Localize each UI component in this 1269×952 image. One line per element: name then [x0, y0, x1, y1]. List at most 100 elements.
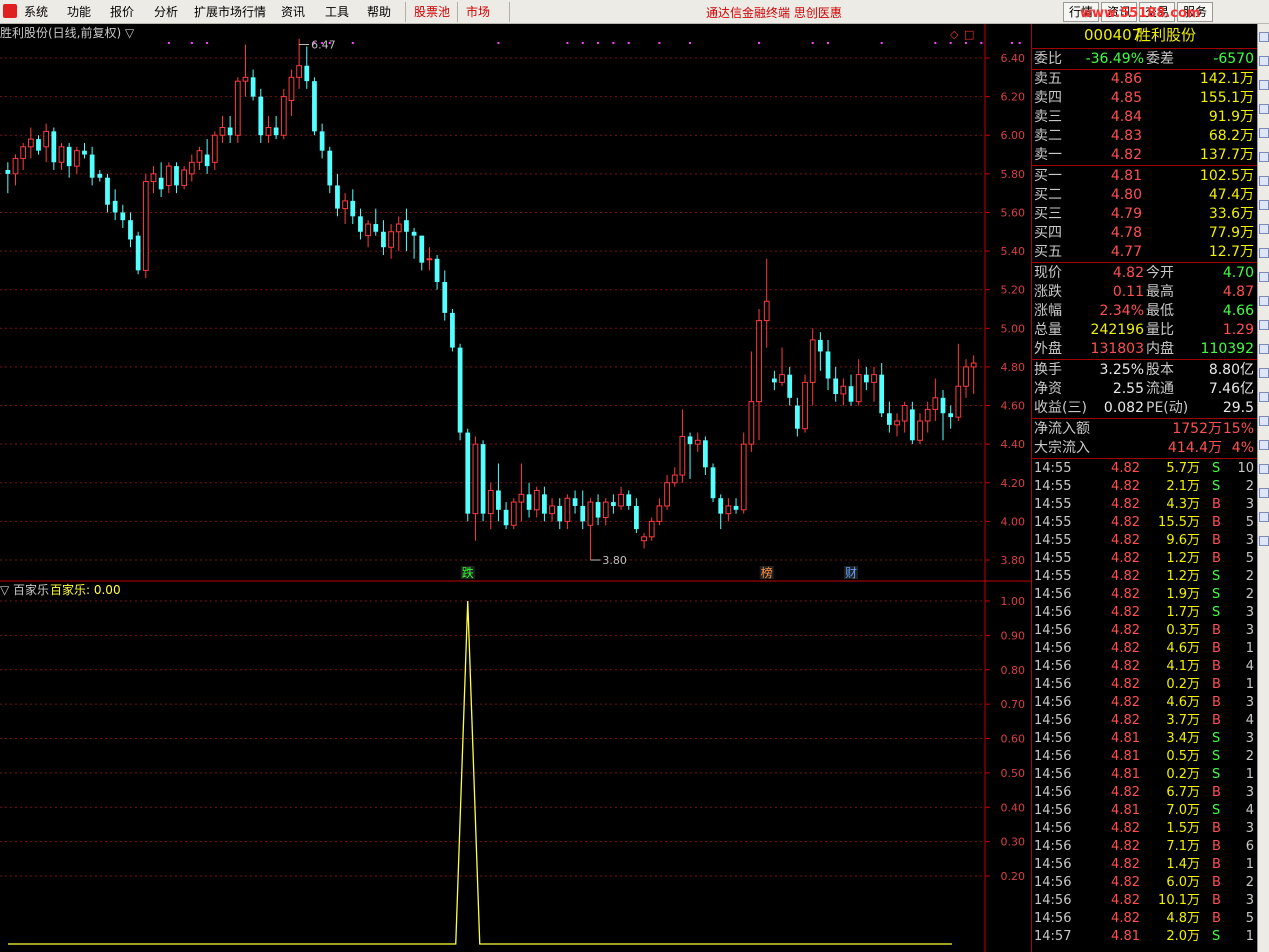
divider [1032, 262, 1258, 263]
kline-chart[interactable]: ◇ □ 6.406.206.005.805.605.405.205.004.804… [0, 24, 1031, 952]
toolbar-icon[interactable] [1259, 152, 1269, 162]
tick-price: 4.82 [1111, 875, 1140, 890]
menu-separator [509, 2, 510, 22]
tick-row: 14:56 4.82 4.8万 B 5 [1032, 910, 1258, 928]
stat-row: 涨跌 0.11 最高 4.87 [1032, 283, 1258, 302]
toolbar-icon[interactable] [1259, 464, 1269, 474]
stat-value: 0.11 [1112, 284, 1144, 300]
tick-count: 3 [1245, 533, 1254, 548]
tick-count: 3 [1245, 623, 1254, 638]
toolbar-icon[interactable] [1259, 488, 1269, 498]
toolbar-icon[interactable] [1259, 536, 1269, 546]
axis-tick-label: 5.00 [1001, 322, 1026, 335]
fund-label: 流通 [1146, 381, 1174, 397]
menu-item-1[interactable]: 功能 [67, 4, 91, 20]
axis-tick-label: 5.40 [1001, 245, 1026, 258]
menu-item-3[interactable]: 分析 [154, 4, 178, 20]
fund-value: 8.80亿 [1208, 362, 1254, 378]
stat-value: 4.87 [1222, 284, 1254, 300]
tick-count: 1 [1245, 767, 1254, 782]
ask-row[interactable]: 卖四 4.85 155.1万 [1032, 89, 1258, 108]
ask-row[interactable]: 卖二 4.83 68.2万 [1032, 127, 1258, 146]
toolbar-icon[interactable] [1259, 248, 1269, 258]
toolbar-icon[interactable] [1259, 200, 1269, 210]
tick-time: 14:55 [1034, 569, 1072, 584]
tick-count: 10 [1237, 461, 1254, 476]
toolbar-icon[interactable] [1259, 296, 1269, 306]
toolbar-icon[interactable] [1259, 344, 1269, 354]
bid-row[interactable]: 买四 4.78 77.9万 [1032, 224, 1258, 243]
ask-volume: 155.1万 [1199, 90, 1254, 106]
candle-body-down [833, 378, 839, 394]
tick-side: S [1212, 569, 1221, 584]
toolbar-icon[interactable] [1259, 416, 1269, 426]
axis-tick-label: 4.60 [1001, 400, 1026, 413]
candle-body-up [602, 501, 609, 519]
candle-body-down [105, 177, 110, 205]
tick-price: 4.81 [1111, 749, 1140, 764]
menu-separator [405, 2, 406, 22]
candle-body-up [802, 381, 808, 430]
menu-item-4[interactable]: 扩展市场行情 [194, 4, 266, 20]
tick-count: 3 [1245, 893, 1254, 908]
tick-count: 2 [1245, 749, 1254, 764]
candle-body-up [388, 231, 394, 248]
bid-row[interactable]: 买五 4.77 12.7万 [1032, 243, 1258, 262]
toolbar-icon[interactable] [1259, 368, 1269, 378]
bid-volume: 77.9万 [1208, 225, 1254, 241]
toolbar-icon[interactable] [1259, 392, 1269, 402]
ask-row[interactable]: 卖五 4.86 142.1万 [1032, 70, 1258, 89]
ask-price: 4.84 [1110, 109, 1142, 125]
fund-row: 换手 3.25% 股本 8.80亿 [1032, 361, 1258, 380]
candle-body-down [312, 81, 317, 132]
tick-side: B [1212, 857, 1221, 872]
menu-item-0[interactable]: 系统 [24, 4, 48, 20]
tick-count: 2 [1245, 569, 1254, 584]
menu-item-5[interactable]: 资讯 [281, 4, 305, 20]
bid-row[interactable]: 买一 4.81 102.5万 [1032, 167, 1258, 186]
tick-side: B [1212, 551, 1221, 566]
bid-row[interactable]: 买二 4.80 47.4万 [1032, 186, 1258, 205]
tick-side: B [1212, 893, 1221, 908]
toolbar-icon[interactable] [1259, 128, 1269, 138]
bid-label: 买二 [1034, 187, 1062, 203]
toolbar-icon[interactable] [1259, 440, 1269, 450]
tick-row: 14:56 4.81 3.4万 S 3 [1032, 730, 1258, 748]
tick-row: 14:56 4.82 7.1万 B 6 [1032, 838, 1258, 856]
quote-panel: 000407 胜利股份 委比 -36.49% 委差 -6570 卖五 4.86 142.1万 卖四… [1031, 24, 1258, 952]
app-logo-icon [3, 4, 17, 18]
toolbar-icon[interactable] [1259, 80, 1269, 90]
toolbar-icon[interactable] [1259, 512, 1269, 522]
bid-row[interactable]: 买三 4.79 33.6万 [1032, 205, 1258, 224]
toolbar-icon[interactable] [1259, 224, 1269, 234]
menu-item-7[interactable]: 帮助 [367, 4, 391, 20]
toolbar-icon[interactable] [1259, 320, 1269, 330]
menu-red-item-0[interactable]: 股票池 [414, 4, 450, 20]
menu-item-6[interactable]: 工具 [325, 4, 349, 20]
toolbar-icon[interactable] [1259, 56, 1269, 66]
toolbar-icon[interactable] [1259, 176, 1269, 186]
tick-time: 14:56 [1034, 785, 1072, 800]
menu-red-item-1[interactable]: 市场 [466, 4, 490, 20]
candle-body-down [5, 169, 11, 174]
signal-dot [949, 42, 952, 44]
toolbar-icon[interactable] [1259, 104, 1269, 114]
menu-item-2[interactable]: 报价 [110, 4, 134, 20]
candle-body-down [434, 258, 440, 282]
tick-count: 3 [1245, 695, 1254, 710]
candle-body-up [518, 493, 525, 503]
candle-body-down [480, 444, 486, 514]
tick-row: 14:56 4.82 1.7万 S 3 [1032, 604, 1258, 622]
tick-time: 14:56 [1034, 875, 1072, 890]
toolbar-icon[interactable] [1259, 32, 1269, 42]
ask-row[interactable]: 卖三 4.84 91.9万 [1032, 108, 1258, 127]
toolbar-icon[interactable] [1259, 272, 1269, 282]
ask-row[interactable]: 卖一 4.82 137.7万 [1032, 146, 1258, 165]
candle-body-up [855, 374, 862, 403]
bid-price: 4.81 [1110, 168, 1142, 184]
candle-body-down [703, 440, 708, 468]
stat-label: 现价 [1034, 265, 1062, 281]
tick-row: 14:56 4.82 0.3万 B 3 [1032, 622, 1258, 640]
signal-dot [1018, 42, 1021, 44]
tick-time: 14:56 [1034, 695, 1072, 710]
